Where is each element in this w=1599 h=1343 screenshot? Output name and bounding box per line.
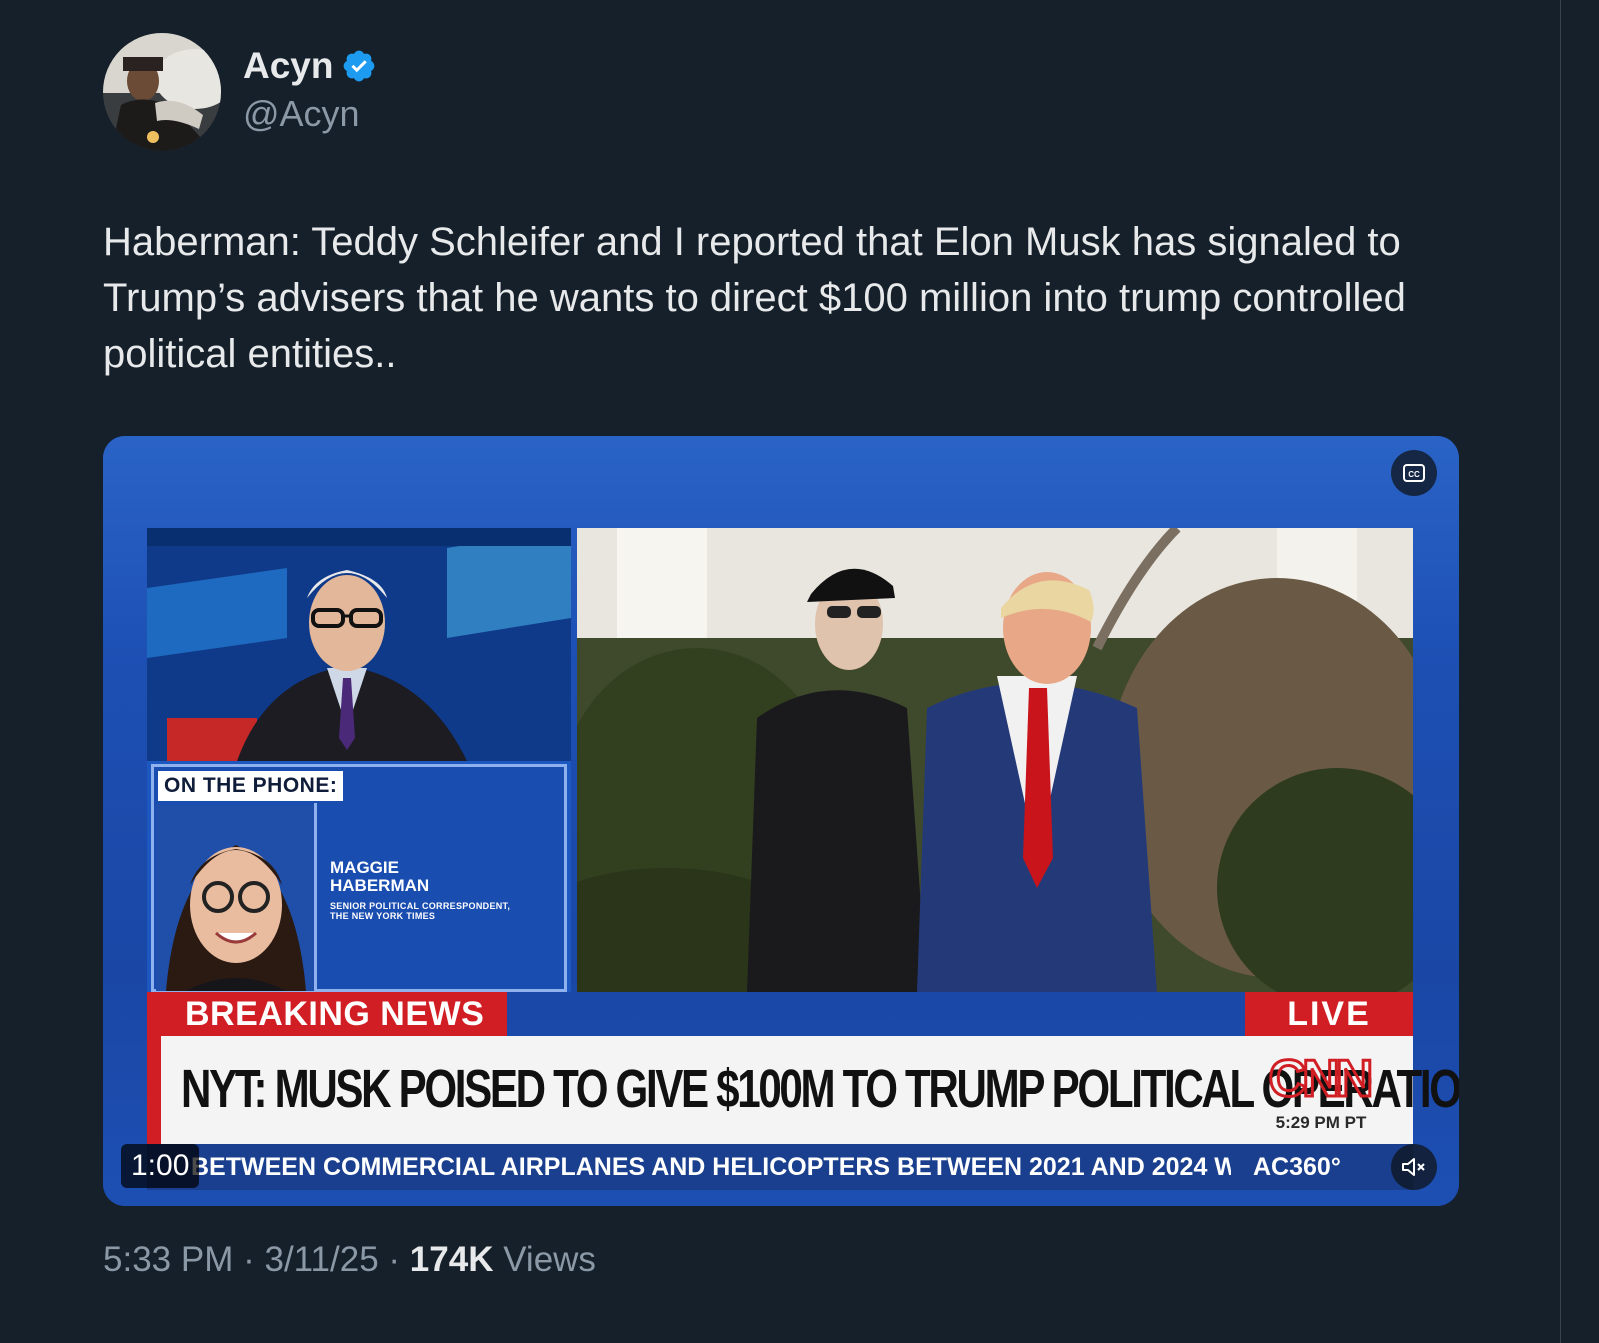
guest-title: SENIOR POLITICAL CORRESPONDENT, THE NEW …	[330, 901, 511, 921]
svg-text:CNN: CNN	[1269, 1050, 1371, 1106]
guest-name: MAGGIE HABERMAN	[330, 858, 430, 895]
tweet-text: Haberman: Teddy Schleifer and I reported…	[103, 220, 1406, 376]
closed-captions-icon: CC	[1403, 464, 1425, 482]
closed-captions-button[interactable]: CC	[1391, 450, 1437, 496]
show-brand: AC360°	[1253, 1153, 1341, 1181]
unmute-button[interactable]	[1391, 1144, 1437, 1190]
on-the-phone-label: ON THE PHONE:	[158, 771, 344, 801]
tweet-meta: 5:33 PM · 3/11/25 · 174K Views	[103, 1236, 596, 1284]
phone-box-divider	[314, 803, 317, 993]
tweet-date[interactable]: 3/11/25	[264, 1240, 378, 1279]
live-tab: LIVE	[1245, 992, 1413, 1036]
anchor-panel: ON THE PHONE: MAGGIE HABERMAN SENIOR POL…	[147, 528, 571, 993]
headline-bar: NYT: MUSK POISED TO GIVE $100M TO TRUMP …	[147, 1036, 1459, 1144]
cnn-logo: CNN	[1267, 1049, 1376, 1107]
meta-separator: ·	[243, 1240, 255, 1279]
tweet-detail-page: Acyn @Acyn Haberman: Teddy Schleifer and…	[0, 0, 1599, 1343]
guest-photo	[156, 805, 314, 991]
news-ticker: BETWEEN COMMERCIAL AIRPLANES AND HELICOP…	[147, 1144, 1413, 1190]
phone-guest-box: ON THE PHONE: MAGGIE HABERMAN SENIOR POL…	[151, 764, 567, 993]
views-label: Views	[503, 1240, 596, 1279]
author-display-name[interactable]: Acyn	[243, 44, 333, 88]
anchor-video	[147, 528, 571, 761]
author-handle[interactable]: @Acyn	[243, 92, 360, 136]
video-player[interactable]: ON THE PHONE: MAGGIE HABERMAN SENIOR POL…	[103, 436, 1459, 1206]
author-avatar[interactable]	[103, 33, 221, 151]
avatar-photo	[103, 33, 221, 151]
tweet-time[interactable]: 5:33 PM	[103, 1240, 233, 1279]
views-count[interactable]: 174K	[410, 1240, 494, 1279]
news-footage	[577, 528, 1413, 992]
verified-badge-icon	[341, 48, 377, 84]
volume-muted-icon	[1402, 1158, 1425, 1176]
ticker-text: BETWEEN COMMERCIAL AIRPLANES AND HELICOP…	[191, 1153, 1231, 1181]
author-name-row: Acyn	[243, 44, 377, 88]
breaking-news-tab: BREAKING NEWS	[147, 992, 507, 1036]
column-divider	[1560, 0, 1561, 1343]
broadcast-clock: 5:29 PM PT	[1275, 1113, 1367, 1132]
meta-separator: ·	[388, 1240, 401, 1279]
video-duration: 1:00	[121, 1144, 200, 1188]
svg-text:CC: CC	[1408, 470, 1420, 479]
